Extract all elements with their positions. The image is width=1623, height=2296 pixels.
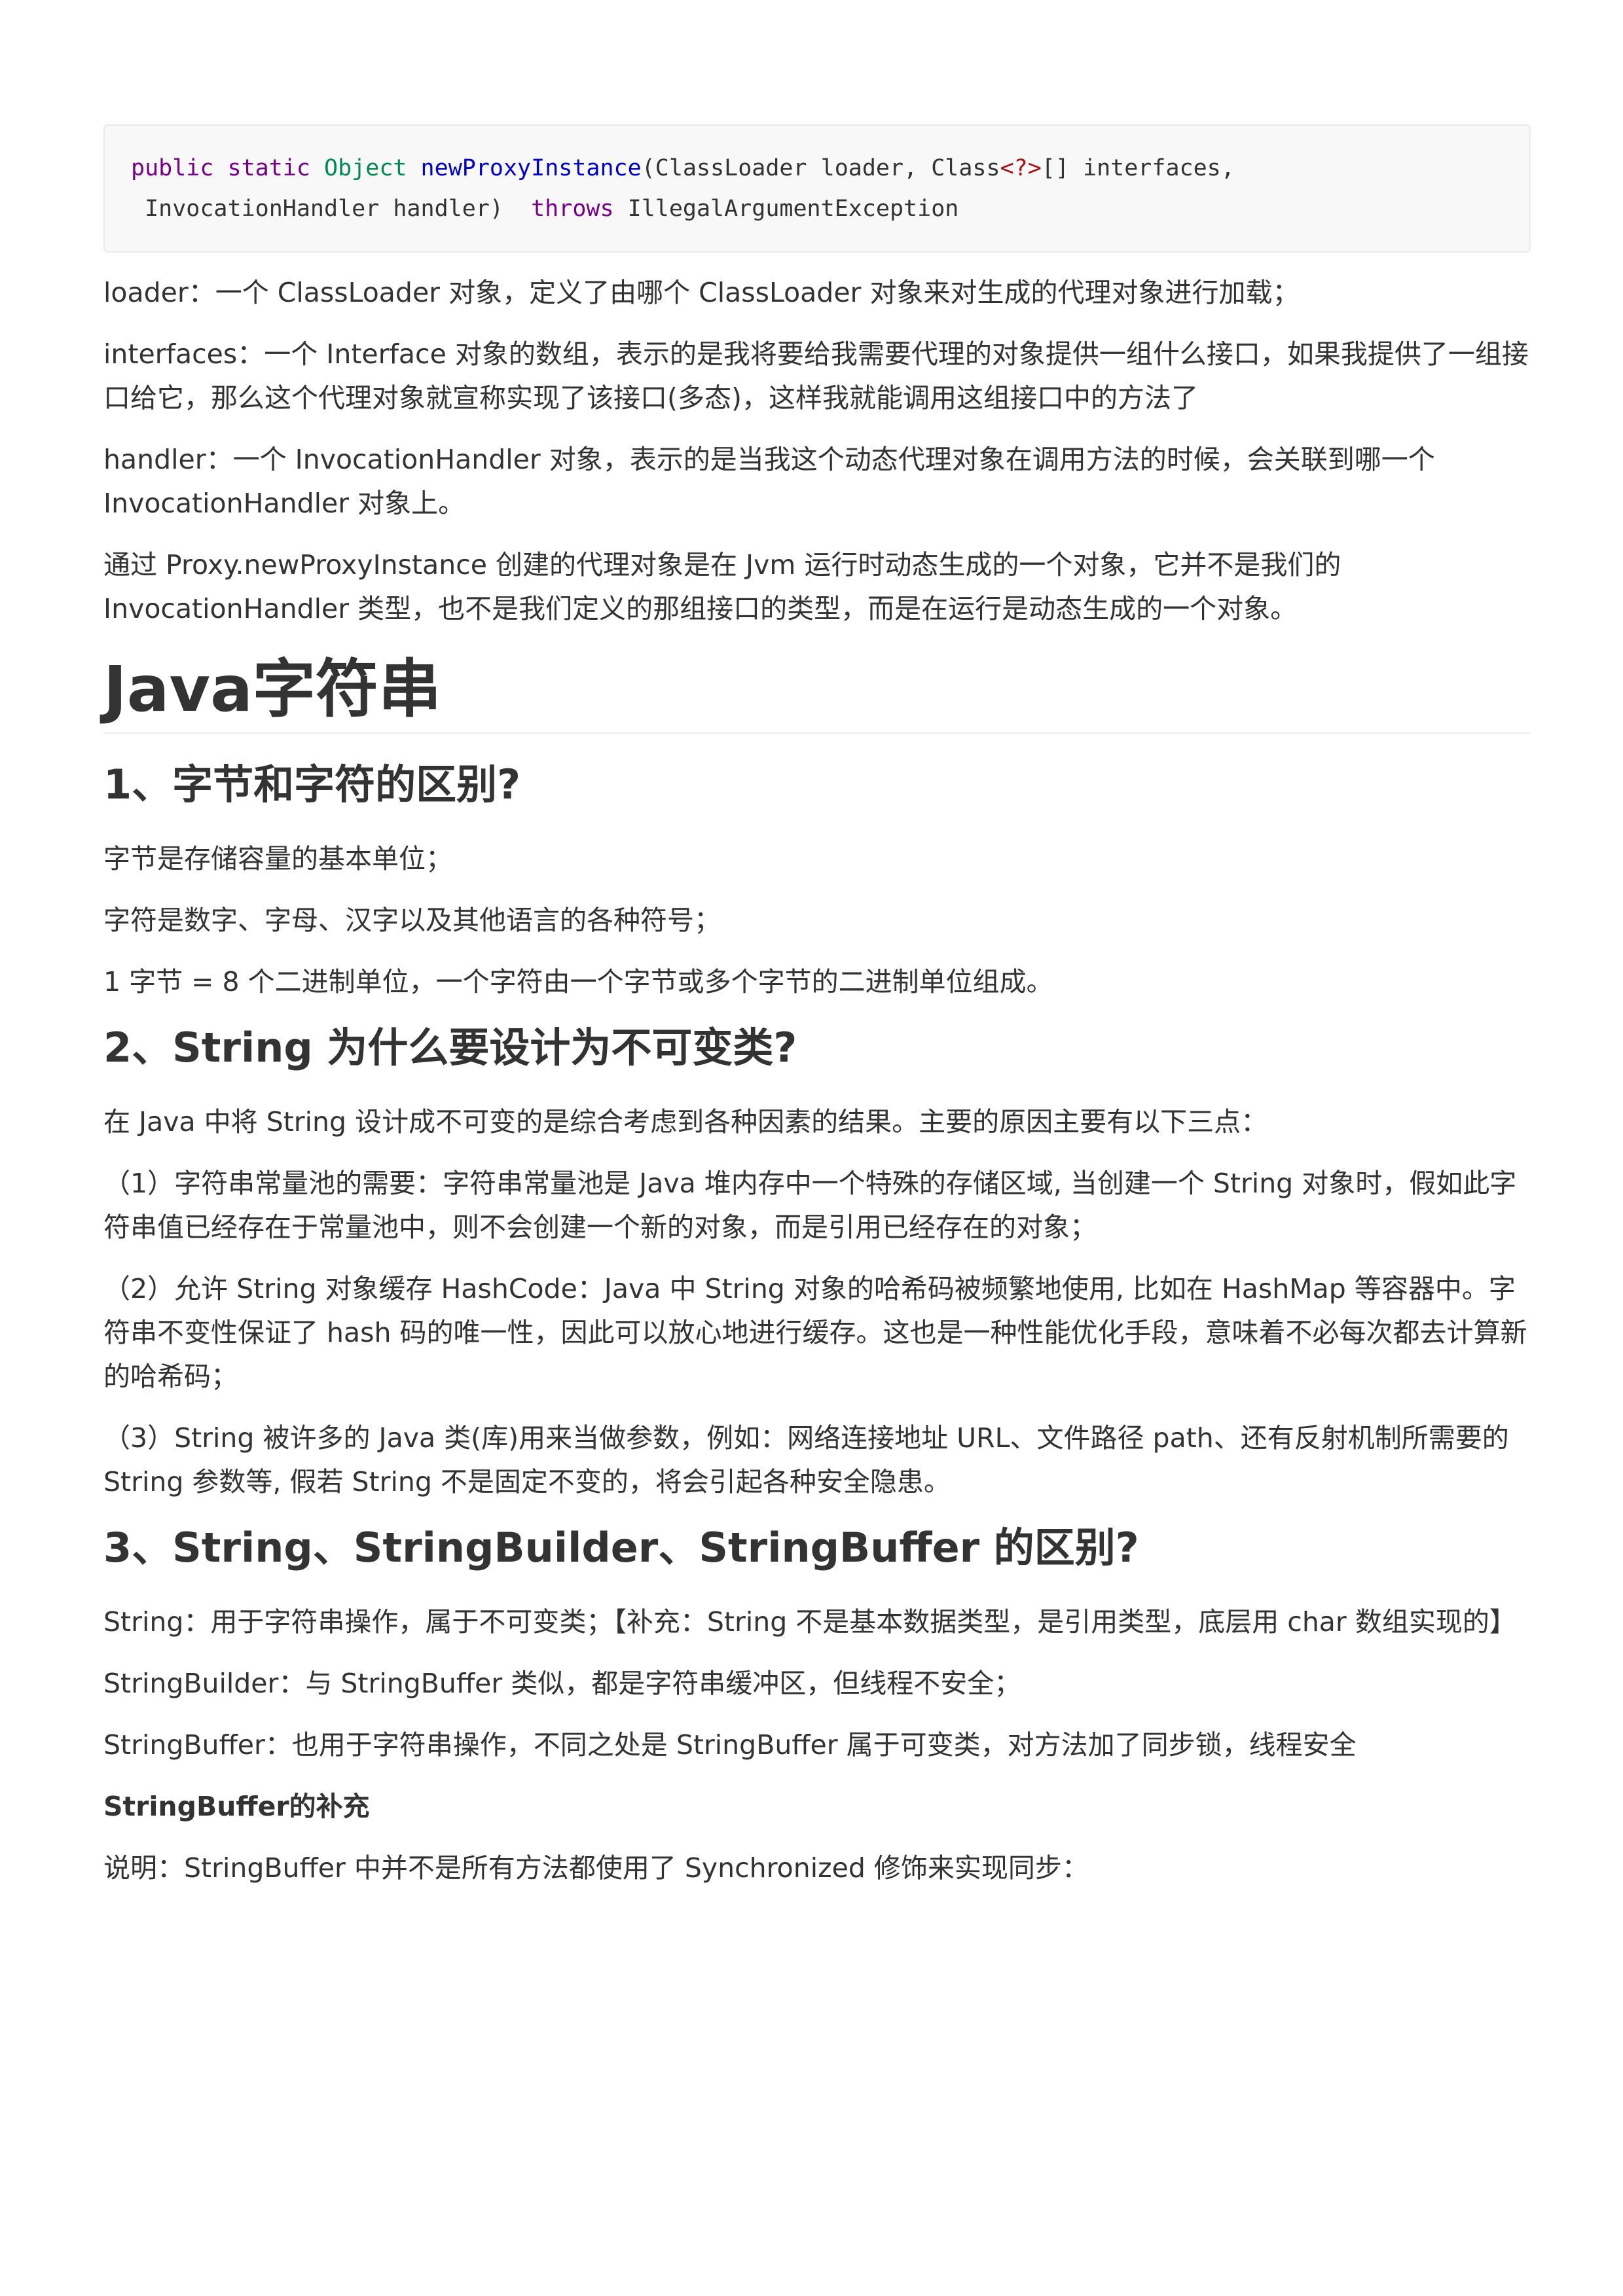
- code-params: (ClassLoader loader, Class: [641, 155, 1000, 181]
- code-params: [] interfaces,: [1041, 155, 1235, 181]
- bold-note: StringBuffer的补充: [103, 1791, 370, 1822]
- question-heading-3: 3、String、StringBuilder、StringBuffer 的区别?: [103, 1524, 1139, 1571]
- paragraph: 1 字节 = 8 个二进制单位，一个字符由一个字节或多个字节的二进制单位组成。: [103, 966, 1053, 997]
- code-generic: <?>: [1000, 155, 1042, 181]
- code-exception: IllegalArgumentException: [627, 196, 959, 222]
- code-keyword: public: [131, 155, 214, 181]
- paragraph: StringBuilder：与 StringBuffer 类似，都是字符串缓冲区…: [103, 1668, 1021, 1699]
- paragraph: 在 Java 中将 String 设计成不可变的是综合考虑到各种因素的结果。主要…: [103, 1106, 1268, 1138]
- code-block: public static Object newProxyInstance(Cl…: [103, 124, 1531, 253]
- paragraph: StringBuffer：也用于字符串操作，不同之处是 StringBuffer…: [103, 1729, 1357, 1761]
- code-method-name: newProxyInstance: [420, 155, 642, 181]
- code-type: Object: [324, 155, 407, 181]
- paragraph: String：用于字符串操作，属于不可变类；【补充：String 不是基本数据类…: [103, 1606, 1516, 1638]
- paragraph: 说明：StringBuffer 中并不是所有方法都使用了 Synchronize…: [103, 1852, 1089, 1884]
- question-heading-2: 2、String 为什么要设计为不可变类?: [103, 1024, 797, 1071]
- paragraph-proxy-note: 通过 Proxy.newProxyInstance 创建的代理对象是在 Jvm …: [103, 549, 1341, 624]
- section-title: Java字符串: [103, 649, 1531, 734]
- paragraph: 字符是数字、字母、汉字以及其他语言的各种符号；: [103, 905, 721, 936]
- paragraph: （1）字符串常量池的需要：字符串常量池是 Java 堆内存中一个特殊的存储区域,…: [103, 1168, 1517, 1243]
- document-page: public static Object newProxyInstance(Cl…: [103, 124, 1531, 1908]
- paragraph-handler: handler：一个 InvocationHandler 对象，表示的是当我这个…: [103, 444, 1435, 519]
- code-keyword: throws: [531, 196, 614, 222]
- paragraph: （3）String 被许多的 Java 类(库)用来当做参数，例如：网络连接地址…: [103, 1422, 1509, 1498]
- question-heading-1: 1、字节和字符的区别?: [103, 761, 521, 808]
- code-keyword: static: [227, 155, 310, 181]
- paragraph-interfaces: interfaces：一个 Interface 对象的数组，表示的是我将要给我需…: [103, 338, 1529, 414]
- paragraph-loader: loader：一个 ClassLoader 对象，定义了由哪个 ClassLoa…: [103, 277, 1300, 308]
- paragraph: （2）允许 String 对象缓存 HashCode：Java 中 String…: [103, 1273, 1527, 1392]
- code-params: InvocationHandler handler): [131, 196, 503, 222]
- paragraph: 字节是存储容量的基本单位；: [103, 843, 452, 874]
